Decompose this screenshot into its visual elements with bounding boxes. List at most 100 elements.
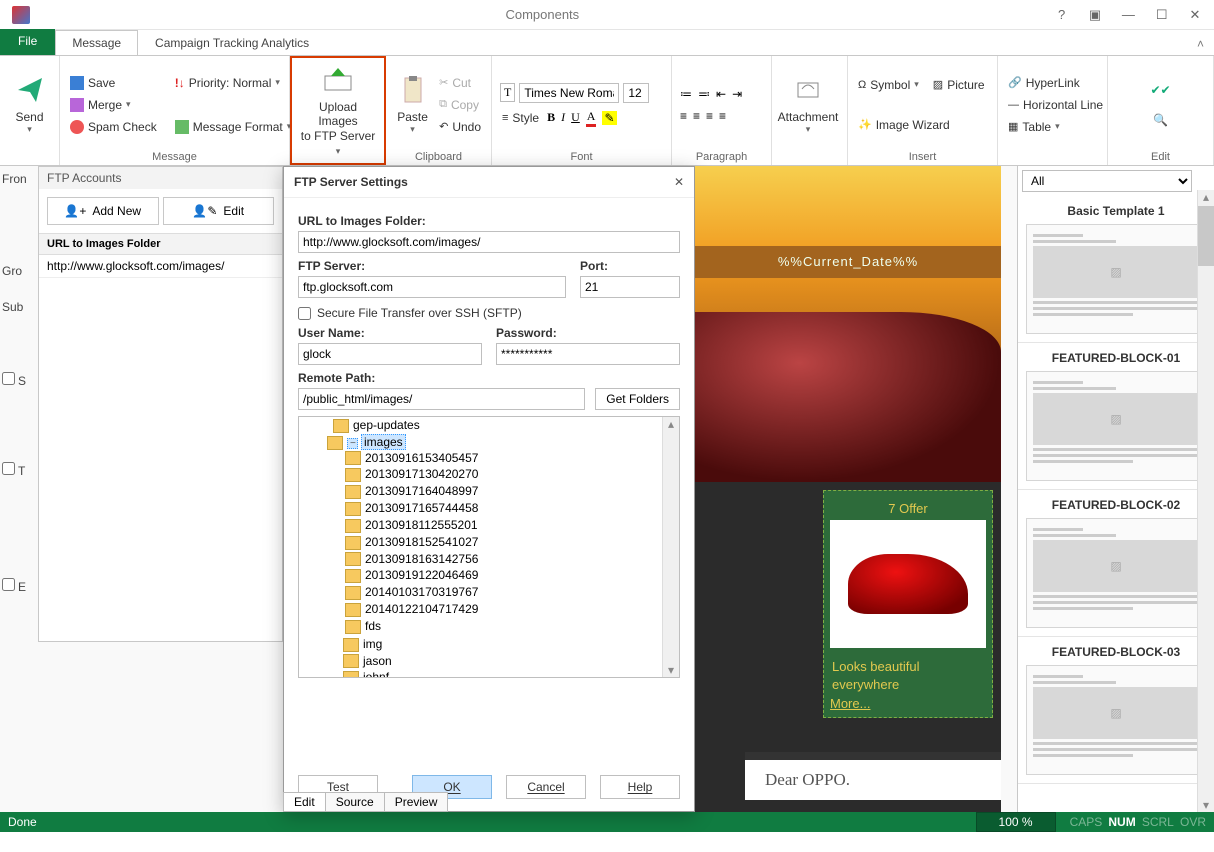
template-filter-select[interactable]: All: [1022, 170, 1192, 192]
view-tab-edit[interactable]: Edit: [283, 792, 326, 812]
align-center-button[interactable]: ≡: [693, 109, 700, 123]
bold-button[interactable]: B: [547, 110, 555, 125]
bullet-list-button[interactable]: ≔: [680, 87, 692, 101]
template-card[interactable]: FEATURED-BLOCK-02▨: [1018, 490, 1214, 637]
tab-analytics[interactable]: Campaign Tracking Analytics: [138, 30, 326, 55]
align-left-button[interactable]: ≡: [680, 109, 687, 123]
close-button[interactable]: ✕: [1180, 3, 1210, 27]
paste-button[interactable]: Paste▾: [394, 74, 431, 135]
align-right-button[interactable]: ≡: [706, 109, 713, 123]
save-button[interactable]: Save: [68, 74, 159, 92]
tree-node[interactable]: img: [343, 636, 679, 653]
sftp-label: Secure File Transfer over SSH (SFTP): [317, 306, 522, 320]
templates-scrollbar[interactable]: ▴▾: [1197, 190, 1214, 812]
view-tab-source[interactable]: Source: [325, 792, 385, 812]
template-card[interactable]: FEATURED-BLOCK-01▨: [1018, 343, 1214, 490]
ribbon-collapse-icon[interactable]: ˄: [1187, 33, 1214, 55]
user-input[interactable]: [298, 343, 482, 365]
ribbon-group-paragraph: Paragraph: [680, 151, 763, 163]
font-size-input[interactable]: [623, 83, 649, 103]
tree-node[interactable]: 20130917165744458: [345, 500, 679, 517]
outdent-button[interactable]: ⇤: [716, 87, 726, 101]
find-button[interactable]: 🔍: [1153, 113, 1168, 127]
offer-title: 7 Offer: [830, 497, 986, 520]
font-family-input[interactable]: [519, 83, 619, 103]
get-folders-button[interactable]: Get Folders: [595, 388, 680, 410]
font-format-icon[interactable]: T: [500, 83, 515, 102]
ftp-grid-row[interactable]: http://www.glocksoft.com/images/: [39, 255, 282, 278]
offer-more-link[interactable]: More...: [830, 696, 870, 711]
cut-button[interactable]: ✂ Cut: [437, 74, 483, 92]
message-format-button[interactable]: Message Format ▾: [173, 118, 294, 136]
sftp-checkbox[interactable]: [298, 307, 311, 320]
remote-path-input[interactable]: [298, 388, 585, 410]
server-label: FTP Server:: [298, 259, 566, 273]
merge-button[interactable]: Merge ▾: [68, 96, 159, 114]
chk-t[interactable]: [2, 462, 15, 475]
tree-scrollbar[interactable]: ▴▾: [662, 417, 679, 677]
tree-node[interactable]: 20130917164048997: [345, 483, 679, 500]
tree-toggle-icon[interactable]: −: [347, 438, 358, 449]
help-button-dialog[interactable]: Help: [600, 775, 680, 799]
minimize-button[interactable]: —: [1113, 2, 1143, 26]
tree-node[interactable]: 20130918112555201: [345, 517, 679, 534]
url-input[interactable]: [298, 231, 680, 253]
picture-button[interactable]: ▨ Picture: [931, 76, 987, 94]
font-color-button[interactable]: A: [586, 109, 597, 127]
chk-e[interactable]: [2, 578, 15, 591]
hyperlink-button[interactable]: 🔗 HyperLink: [1006, 74, 1105, 92]
maximize-button[interactable]: ☐: [1147, 3, 1177, 27]
send-button[interactable]: Send▾: [8, 74, 51, 135]
edit-account-button[interactable]: 👤✎Edit: [163, 197, 275, 225]
ribbon-toggle-button[interactable]: ▣: [1080, 3, 1110, 27]
horizontal-line-button[interactable]: — Horizontal Line: [1006, 96, 1105, 114]
align-justify-button[interactable]: ≡: [719, 109, 726, 123]
window-titlebar: Components ? ▣ — ☐ ✕: [0, 0, 1214, 30]
tree-node[interactable]: 20140122104717429: [345, 601, 679, 618]
highlight-button[interactable]: ✎: [602, 111, 616, 125]
tree-node[interactable]: fds: [345, 618, 679, 635]
tree-node[interactable]: 20130918152541027: [345, 534, 679, 551]
tree-node[interactable]: jason: [343, 653, 679, 670]
copy-button[interactable]: ⧉ Copy: [437, 96, 483, 114]
template-card[interactable]: FEATURED-BLOCK-03▨: [1018, 637, 1214, 784]
email-preview-pane: ⚙ ⧉ ✕ %%Current_Date%% 7 Offer Looks bea…: [695, 166, 1001, 812]
tree-node[interactable]: 20130919122046469: [345, 567, 679, 584]
image-wizard-button[interactable]: ✨ Image Wizard: [856, 116, 987, 134]
symbol-button[interactable]: Ω Symbol ▾: [856, 76, 921, 94]
tree-node[interactable]: 20130916153405457: [345, 450, 679, 467]
add-new-button[interactable]: 👤+Add New: [47, 197, 159, 225]
tab-message[interactable]: Message: [55, 30, 138, 55]
tree-node[interactable]: 20130918163142756: [345, 551, 679, 568]
undo-button[interactable]: ↶ Undo: [437, 118, 483, 136]
tree-node[interactable]: 20140103170319767: [345, 584, 679, 601]
spam-check-button[interactable]: Spam Check: [68, 118, 159, 136]
underline-button[interactable]: U: [571, 110, 580, 125]
server-input[interactable]: [298, 276, 566, 298]
password-input[interactable]: [496, 343, 680, 365]
port-input[interactable]: [580, 276, 680, 298]
help-button[interactable]: ?: [1047, 2, 1077, 26]
italic-button[interactable]: I: [561, 110, 565, 125]
folder-tree[interactable]: gep-updates −images 20130916153405457201…: [298, 416, 680, 678]
tree-node[interactable]: 20130917130420270: [345, 466, 679, 483]
tab-file[interactable]: File: [0, 29, 55, 55]
spellcheck-icon[interactable]: ✔✔: [1150, 83, 1170, 97]
template-name: FEATURED-BLOCK-02: [1026, 498, 1206, 512]
table-button[interactable]: ▦ Table ▾: [1006, 118, 1105, 136]
tree-node[interactable]: johnf: [343, 669, 679, 678]
dialog-close-icon[interactable]: ✕: [674, 175, 684, 189]
indent-button[interactable]: ⇥: [732, 87, 742, 101]
chk-s[interactable]: [2, 372, 15, 385]
cancel-button[interactable]: Cancel: [506, 775, 586, 799]
priority-button[interactable]: !↓Priority: Normal ▾: [173, 74, 294, 92]
ribbon-group-insert: Insert: [856, 151, 989, 163]
attachment-button[interactable]: Attachment▾: [780, 74, 836, 135]
style-button[interactable]: ≡ Style: [500, 109, 541, 127]
upload-images-ftp-button[interactable]: Upload Images to FTP Server ▾: [300, 64, 376, 158]
view-tab-preview[interactable]: Preview: [384, 792, 449, 812]
zoom-indicator[interactable]: 100 %: [976, 812, 1056, 832]
template-card[interactable]: Basic Template 1▨: [1018, 196, 1214, 343]
number-list-button[interactable]: ≕: [698, 87, 710, 101]
ribbon: Send▾ Save Merge ▾ Spam Check !↓Priority…: [0, 56, 1214, 166]
